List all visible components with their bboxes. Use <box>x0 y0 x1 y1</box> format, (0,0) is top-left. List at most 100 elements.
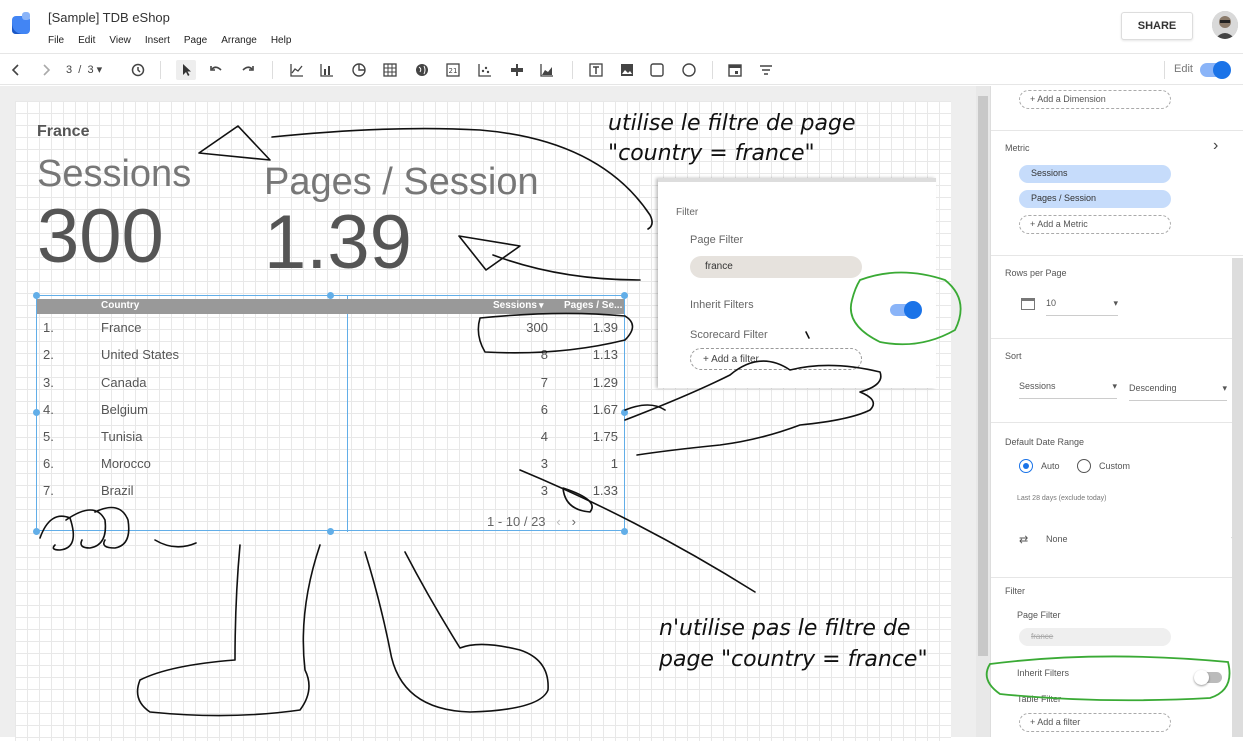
scorecard-pps-value[interactable]: 1.39 <box>264 199 412 286</box>
image-icon[interactable] <box>617 60 637 80</box>
share-button[interactable]: SHARE <box>1121 12 1193 40</box>
table-row[interactable]: 3. Canada 7 1.29 <box>37 371 624 398</box>
menu-bar: File Edit View Insert Page Arrange Help <box>48 35 305 46</box>
forward-icon[interactable] <box>36 60 56 80</box>
history-icon[interactable] <box>128 60 148 80</box>
area-chart-icon[interactable] <box>537 60 557 80</box>
table-filter-label: Table Filter <box>1017 694 1062 704</box>
page-total: 3 <box>87 64 94 76</box>
menu-view[interactable]: View <box>109 35 131 46</box>
table-row[interactable]: 2. United States 8 1.13 <box>37 343 624 370</box>
add-scorecard-filter-button[interactable]: + Add a filter <box>690 348 862 370</box>
comparison-select[interactable]: None▾ <box>1046 534 1236 552</box>
inherit-filters-toggle[interactable] <box>1194 670 1222 685</box>
page-navigator[interactable]: 3 / 3 ▾ <box>66 63 102 76</box>
chevron-right-icon[interactable]: › <box>572 514 576 529</box>
rows-icon <box>1021 298 1035 310</box>
row-country: France <box>101 320 142 335</box>
canvas-scrollbar[interactable] <box>976 86 990 737</box>
page-filter-chip[interactable]: france <box>690 256 862 278</box>
header-country[interactable]: Country <box>101 300 139 311</box>
select-pointer-icon[interactable] <box>176 60 196 80</box>
metric-chip-sessions[interactable]: Sessions <box>1019 165 1171 183</box>
chevron-left-icon[interactable]: ‹ <box>556 514 560 529</box>
caret-down-icon: ▾ <box>1112 381 1117 391</box>
pie-chart-icon[interactable] <box>349 60 369 80</box>
row-number: 4. <box>43 402 54 417</box>
filter-control-icon[interactable] <box>756 60 776 80</box>
report-title[interactable]: [Sample] TDB eShop <box>48 10 170 25</box>
sort-field-select[interactable]: Sessions ▾ <box>1019 381 1117 399</box>
sort-desc-icon[interactable]: ▾ <box>539 300 544 311</box>
redo-icon[interactable] <box>238 60 258 80</box>
rows-per-page-select[interactable]: 10 ▾ <box>1046 298 1118 316</box>
comparison-value: None <box>1046 534 1068 544</box>
menu-page[interactable]: Page <box>184 35 207 46</box>
bullet-chart-icon[interactable] <box>507 60 527 80</box>
row-country: Belgium <box>101 402 148 417</box>
line-chart-icon[interactable] <box>287 60 307 80</box>
date-range-icon[interactable] <box>725 60 745 80</box>
row-sessions: 8 <box>540 347 548 362</box>
data-studio-logo-icon[interactable] <box>10 12 32 36</box>
avatar[interactable] <box>1212 11 1238 39</box>
row-country: Tunisia <box>101 429 143 444</box>
page-current: 3 <box>66 64 73 76</box>
row-country: Brazil <box>101 483 134 498</box>
radio-auto[interactable] <box>1019 459 1033 473</box>
row-number: 5. <box>43 429 54 444</box>
compare-icon: ⇄ <box>1019 534 1029 546</box>
inherit-filters-toggle[interactable] <box>890 301 922 319</box>
sort-order-select[interactable]: Descending ▾ <box>1129 383 1227 401</box>
row-number: 2. <box>43 347 54 362</box>
table-row[interactable]: 4. Belgium 6 1.67 <box>37 398 624 425</box>
filter-title: Filter <box>1005 586 1025 596</box>
rectangle-icon[interactable] <box>647 60 667 80</box>
menu-insert[interactable]: Insert <box>145 35 170 46</box>
table-icon[interactable] <box>380 60 400 80</box>
menu-edit[interactable]: Edit <box>78 35 95 46</box>
add-table-filter-button[interactable]: + Add a filter <box>1019 713 1171 732</box>
header-pages-session[interactable]: Pages / Se... <box>564 300 622 311</box>
date-range-note: Last 28 days (exclude today) <box>1017 495 1107 502</box>
bar-chart-icon[interactable] <box>317 60 337 80</box>
row-pps: 1.29 <box>592 375 618 390</box>
rows-per-page-title: Rows per Page <box>1005 268 1067 278</box>
row-pps: 1.39 <box>592 320 618 335</box>
properties-scrollbar[interactable] <box>1232 258 1243 737</box>
radio-custom[interactable] <box>1077 459 1091 473</box>
row-pps: 1.13 <box>592 347 618 362</box>
circle-icon[interactable] <box>679 60 699 80</box>
table-row[interactable]: 6. Morocco 3 1 <box>37 452 624 479</box>
menu-help[interactable]: Help <box>271 35 292 46</box>
row-sessions: 300 <box>526 320 548 335</box>
table-row[interactable]: 7. Brazil 3 1.33 <box>37 479 624 506</box>
scorecard-pps-label[interactable]: Pages / Session <box>264 161 539 204</box>
header-sessions[interactable]: Sessions <box>493 300 537 311</box>
menu-file[interactable]: File <box>48 35 64 46</box>
row-country: United States <box>101 347 180 362</box>
scorecard-filter-label: Scorecard Filter <box>690 329 768 341</box>
add-dimension-button[interactable]: + Add a Dimension <box>1019 90 1171 109</box>
text-box-icon[interactable] <box>586 60 606 80</box>
chevron-right-icon[interactable]: › <box>1213 137 1218 155</box>
scatter-chart-icon[interactable] <box>475 60 495 80</box>
caret-down-icon[interactable]: ▾ <box>97 64 103 76</box>
page-heading[interactable]: France <box>37 123 89 141</box>
geo-map-icon[interactable] <box>412 60 432 80</box>
scorecard-icon[interactable]: 21 <box>443 60 463 80</box>
back-icon[interactable] <box>6 60 26 80</box>
scorecard-sessions-label[interactable]: Sessions <box>37 153 191 196</box>
country-table[interactable]: Country Sessions ▾ Pages / Se... 1. Franc… <box>36 295 625 532</box>
add-metric-button[interactable]: + Add a Metric <box>1019 215 1171 234</box>
page-filter-chip-disabled: france <box>1019 628 1171 646</box>
menu-arrange[interactable]: Arrange <box>221 35 257 46</box>
undo-icon[interactable] <box>206 60 226 80</box>
edit-mode-toggle[interactable] <box>1200 61 1231 79</box>
metric-chip-pages-session[interactable]: Pages / Session <box>1019 190 1171 208</box>
row-sessions: 7 <box>540 375 548 390</box>
table-row[interactable]: 1. France 300 1.39 <box>37 316 624 343</box>
scorecard-sessions-value[interactable]: 300 <box>37 193 164 280</box>
table-row[interactable]: 5. Tunisia 4 1.75 <box>37 425 624 452</box>
row-number: 7. <box>43 483 54 498</box>
